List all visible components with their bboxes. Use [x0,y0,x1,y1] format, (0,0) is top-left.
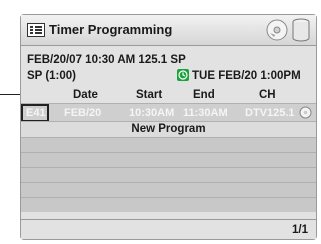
empty-row [21,137,316,152]
empty-row [21,152,316,167]
clock-icon [177,69,189,81]
current-datetime-channel: FEB/20/07 10:30 AM 125.1 SP [27,54,186,66]
timer-programming-icon [27,23,45,37]
empty-row [21,197,316,212]
disc-icon [299,106,312,119]
empty-row [21,167,316,182]
row-date: FEB/20 [64,107,102,119]
table-row[interactable]: E41 FEB/20 10:30AM 11:30AM DTV125.1 [21,103,316,122]
page-indicator: 1/1 [292,224,308,236]
page-title: Timer Programming [49,22,173,37]
row-id: E41 [26,107,46,119]
row-ch: DTV125.1 [245,107,295,119]
col-ch: CH [259,89,276,101]
record-mode: SP (1:00) [27,70,77,82]
timer-list: Date Start End CH E41 FEB/20 10:30AM 11:… [21,89,316,212]
row-end: 11:30AM [183,107,228,119]
hdd-can-icon [292,18,310,42]
table-header: Date Start End CH [21,89,316,103]
col-date: Date [73,89,98,101]
col-start: Start [136,89,163,101]
row-start: 10:30AM [129,107,175,119]
col-end: End [193,89,215,101]
empty-row [21,182,316,197]
callout-line [0,94,20,95]
page-footer: 1/1 [21,219,316,239]
current-info: FEB/20/07 10:30 AM 125.1 SP SP (1:00) TU… [27,52,315,84]
title-bar: Timer Programming [21,15,316,46]
next-timer-text: TUE FEB/20 1:00PM [192,70,301,82]
timer-programming-panel: Timer Programming FEB/20/07 10:30 AM 125… [20,14,317,240]
disc-icon [266,19,288,41]
new-program-label: New Program [131,123,206,135]
new-program-row[interactable]: New Program [21,121,316,137]
